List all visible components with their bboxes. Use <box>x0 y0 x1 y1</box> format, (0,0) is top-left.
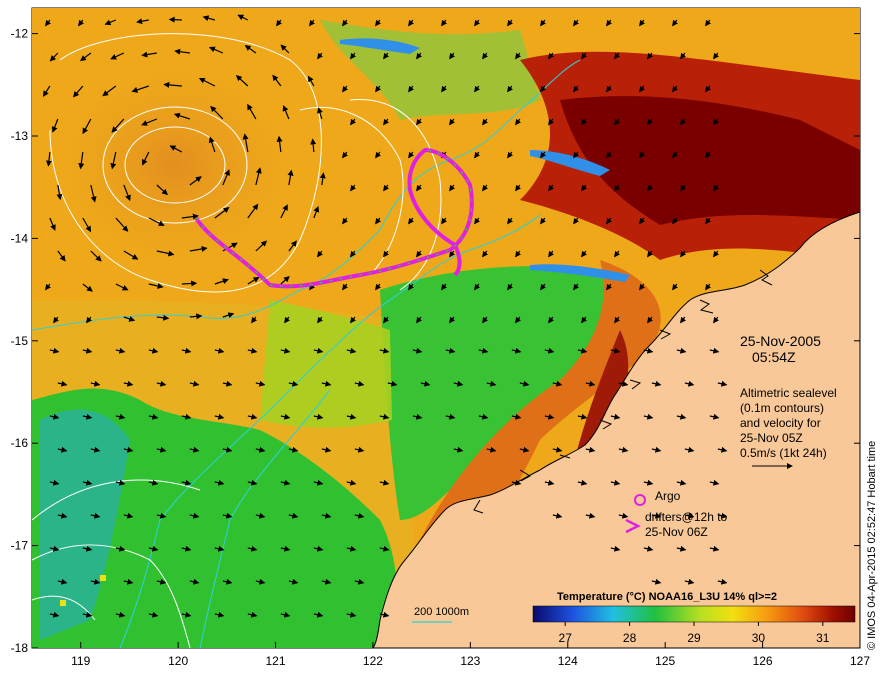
y-tick-label: -13 <box>11 129 29 143</box>
sst-map-figure: 119 120 121 122 123 124 125 126 127 -12 -13 -14 -15… <box>11 7 870 668</box>
altimetry-line-5: 0.5m/s (1kt 24h) <box>740 446 827 460</box>
x-tick-label: 125 <box>655 654 675 668</box>
y-tick-label: -14 <box>11 231 29 245</box>
credit-text: © IMOS 04-Apr-2015 02:52:47 Hobart time <box>866 440 878 650</box>
drifter-label-2: 25-Nov 06Z <box>645 525 708 539</box>
bathymetry-label: 200 1000m <box>414 606 469 618</box>
colorbar-tick-label: 31 <box>816 631 830 645</box>
argo-label: Argo <box>655 489 681 503</box>
colorbar-gradient <box>532 605 856 623</box>
x-tick-label: 121 <box>266 654 286 668</box>
y-tick-label: -17 <box>11 539 29 553</box>
x-tick-label: 124 <box>558 654 578 668</box>
map-date: 25-Nov-2005 <box>740 333 821 349</box>
map-time: 05:54Z <box>752 349 796 365</box>
altimetry-line-3: and velocity for <box>740 416 821 430</box>
y-tick-label: -18 <box>11 641 29 655</box>
colorbar-tick-label: 30 <box>752 631 766 645</box>
y-tick-label: -12 <box>11 27 29 41</box>
x-tick-label: 119 <box>71 654 90 668</box>
sst-yellow-patch <box>100 575 106 581</box>
y-tick-label: -15 <box>11 334 29 348</box>
altimetry-line-2: (0.1m contours) <box>740 401 824 415</box>
colorbar-title: Temperature (°C) NOAA16_L3U 14% ql>=2 <box>557 591 777 603</box>
x-tick-label: 127 <box>850 654 870 668</box>
x-tick-label: 120 <box>168 654 188 668</box>
colorbar-tick-label: 28 <box>623 631 637 645</box>
altimetry-line-4: 25-Nov 05Z <box>740 431 803 445</box>
velocity-vector <box>181 280 198 287</box>
colorbar-tick-label: 27 <box>559 631 573 645</box>
colorbar-tick-label: 29 <box>687 631 701 645</box>
drifter-label-1: drifters@12h to <box>645 510 728 524</box>
sst-yellow-patch <box>60 600 66 606</box>
x-tick-label: 123 <box>460 654 480 668</box>
x-tick-label: 126 <box>753 654 773 668</box>
velocity-vector <box>168 16 182 23</box>
eddy-warm-core <box>65 70 285 260</box>
altimetry-line-1: Altimetric sealevel <box>740 386 837 400</box>
x-tick-label: 122 <box>363 654 383 668</box>
y-tick-label: -16 <box>11 436 29 450</box>
